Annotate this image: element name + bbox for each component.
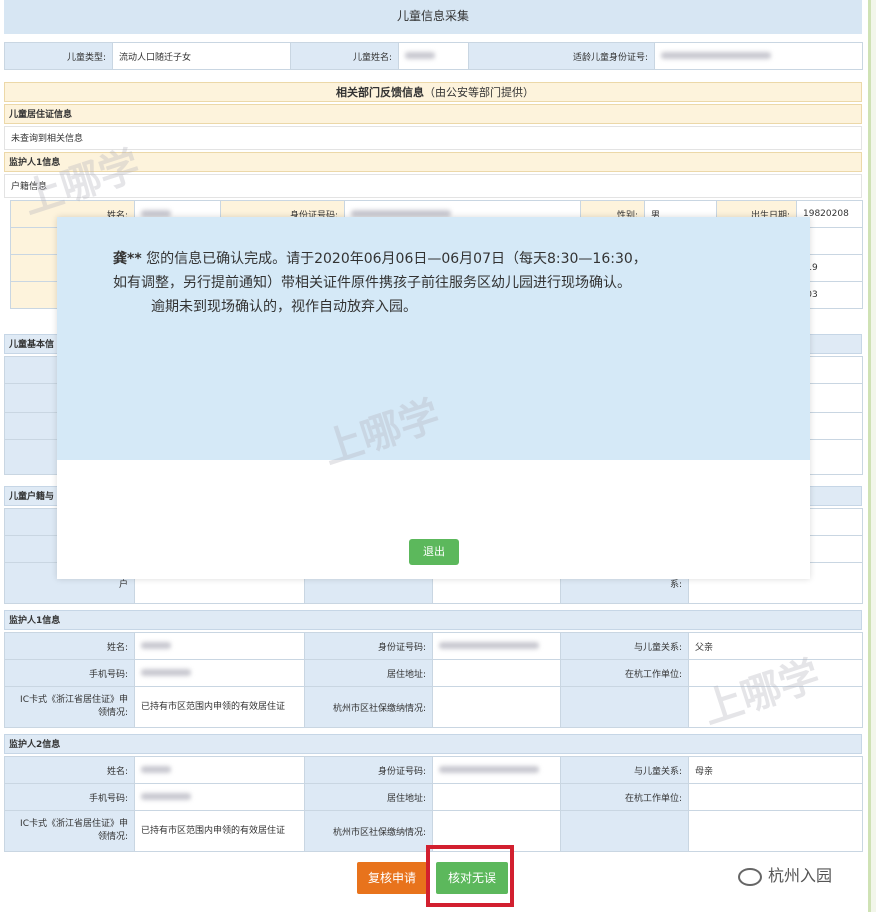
dept-feedback-subtitle: （由公安等部门提供） (424, 86, 534, 99)
wechat-account: 杭州入园 (738, 862, 832, 886)
g1-work-label: 在杭工作单位: (560, 659, 689, 687)
g2-id-value (432, 756, 561, 784)
residence-section-title: 儿童居住证信息 (4, 104, 862, 124)
g2-ic-value: 已持有市区范围内申领的有效居住证 (134, 810, 305, 852)
recheck-button[interactable]: 复核申请 (357, 862, 427, 894)
g2-address-label: 居住地址: (304, 783, 433, 811)
g1-social-label: 杭州市区社保缴纳情况: (304, 686, 433, 728)
g1-ic-value: 已持有市区范围内申领的有效居住证 (134, 686, 305, 728)
g1-phone-label: 手机号码: (4, 659, 135, 687)
child-type-value: 流动人口随迁子女 (112, 42, 291, 70)
g2-work-value (688, 783, 863, 811)
child-id-label: 适龄儿童身份证号: (468, 42, 655, 70)
g2-social-label: 杭州市区社保缴纳情况: (304, 810, 433, 852)
child-id-value (654, 42, 863, 70)
g2-ic-label: IC卡式《浙江省居住证》申 领情况: (4, 810, 135, 852)
modal-line1: 您的信息已确认完成。请于2020年06月06日—06月07日（每天8:30—16… (141, 251, 647, 267)
g2-id-label: 身份证号码: (304, 756, 433, 784)
g1-ic-label: IC卡式《浙江省居住证》申 领情况: (4, 686, 135, 728)
guardian1-title: 监护人1信息 (4, 610, 862, 630)
g1-id-label: 身份证号码: (304, 632, 433, 660)
highlight-box (426, 845, 514, 907)
modal-message: 龚** 您的信息已确认完成。请于2020年06月06日—06月07日（每天8:3… (113, 247, 763, 319)
g1-relation-value: 父亲 (688, 632, 863, 660)
g2-relation-value: 母亲 (688, 756, 863, 784)
modal-line2: 如有调整，另行提前通知）带相关证件原件携孩子前往服务区幼儿园进行现场确认。 (113, 275, 631, 291)
page-frame: 儿童信息采集 儿童类型: 流动人口随迁子女 儿童姓名: 适龄儿童身份证号: 相关… (0, 0, 871, 912)
guardian2-table: 姓名: 身份证号码: 与儿童关系: 母亲 手机号码: 居住地址: 在杭工作单位:… (4, 756, 863, 852)
g1-name-label: 姓名: (4, 632, 135, 660)
g1-phone-value (134, 659, 305, 687)
child-name-value (398, 42, 469, 70)
modal-user-name: 龚** (113, 251, 142, 267)
g2-name-label: 姓名: (4, 756, 135, 784)
wechat-account-name: 杭州入园 (768, 866, 833, 885)
household-section-title: 户籍信息 (4, 174, 862, 198)
g1-name-value (134, 632, 305, 660)
g2-relation-label: 与儿童关系: (560, 756, 689, 784)
g2-work-label: 在杭工作单位: (560, 783, 689, 811)
g2-address-value (432, 783, 561, 811)
guardian2-title: 监护人2信息 (4, 734, 862, 754)
dept-feedback-header: 相关部门反馈信息（由公安等部门提供） (4, 82, 862, 102)
g1-relation-label: 与儿童关系: (560, 632, 689, 660)
g2-name-value (134, 756, 305, 784)
g2-phone-value (134, 783, 305, 811)
child-name-label: 儿童姓名: (290, 42, 399, 70)
dept-feedback-title: 相关部门反馈信息 (336, 86, 424, 99)
g1-id-value (432, 632, 561, 660)
guardian1-section-title: 监护人1信息 (4, 152, 862, 172)
confirmation-modal: 龚** 您的信息已确认完成。请于2020年06月06日—06月07日（每天8:3… (57, 217, 810, 579)
residence-value: 未查询到相关信息 (4, 126, 862, 150)
g1-social-value (432, 686, 561, 728)
g1-work-value (688, 659, 863, 687)
exit-button[interactable]: 退出 (409, 539, 459, 565)
g1-address-label: 居住地址: (304, 659, 433, 687)
g1-address-value (432, 659, 561, 687)
wechat-icon (738, 867, 762, 886)
child-summary-table: 儿童类型: 流动人口随迁子女 儿童姓名: 适龄儿童身份证号: (4, 42, 863, 70)
child-type-label: 儿童类型: (4, 42, 113, 70)
modal-line3: 逾期未到现场确认的，视作自动放弃入园。 (151, 299, 417, 315)
guardian1-table: 姓名: 身份证号码: 与儿童关系: 父亲 手机号码: 居住地址: 在杭工作单位:… (4, 632, 863, 728)
page-title: 儿童信息采集 (4, 0, 862, 34)
g2-phone-label: 手机号码: (4, 783, 135, 811)
